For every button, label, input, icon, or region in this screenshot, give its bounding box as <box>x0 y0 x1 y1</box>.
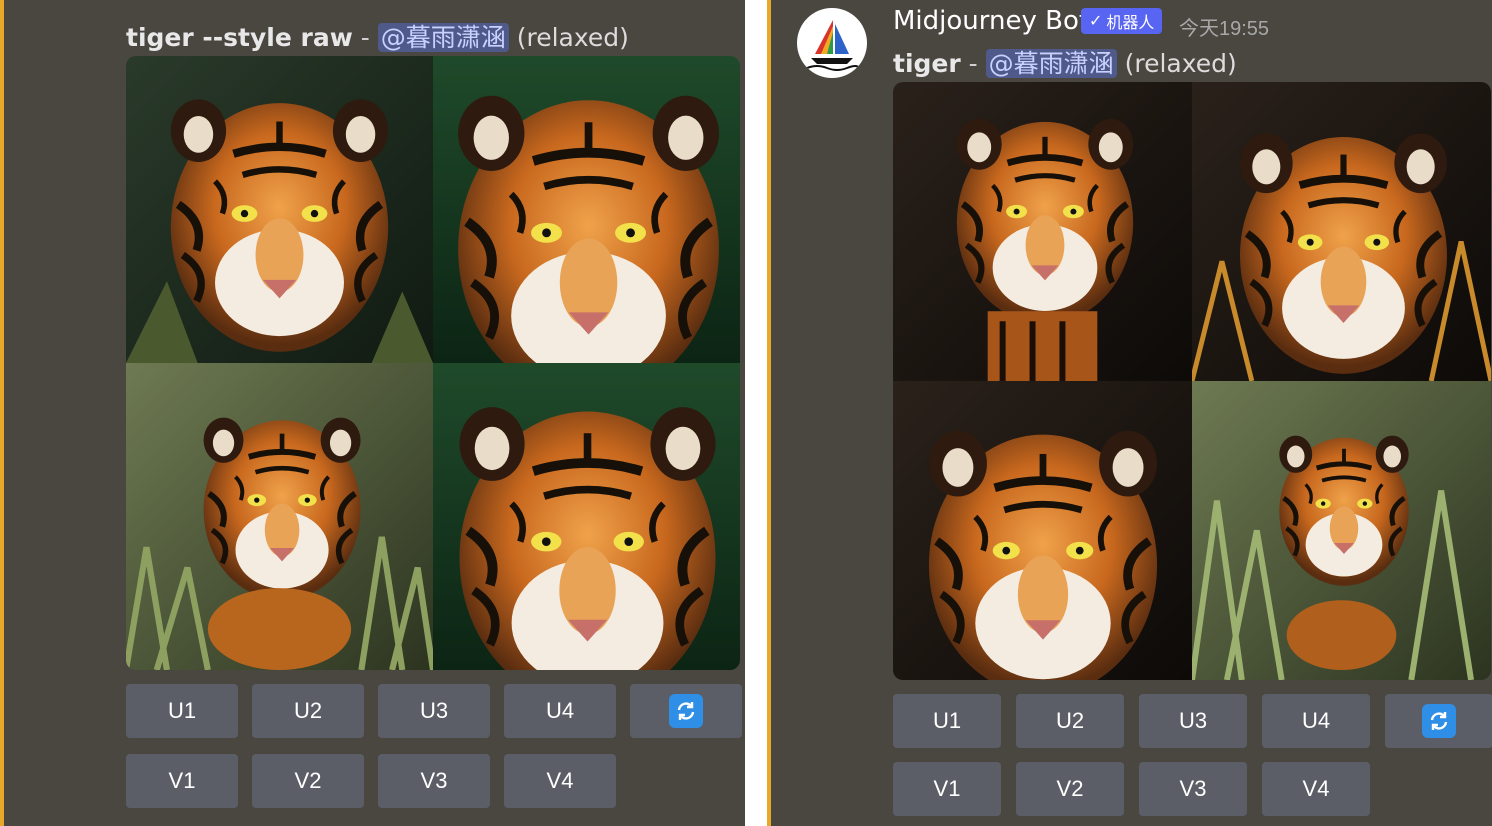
image-tile-3[interactable] <box>126 363 433 670</box>
image-grid[interactable] <box>893 82 1491 680</box>
upscale-button-4[interactable]: U4 <box>504 684 616 738</box>
prompt-line: tiger - @暮雨潇涵 (relaxed) <box>893 44 1237 80</box>
variation-button-2[interactable]: V2 <box>252 754 364 808</box>
sailboat-icon <box>806 20 860 71</box>
bot-badge-label: 机器人 <box>1106 15 1155 32</box>
refresh-icon <box>1422 704 1456 738</box>
upscale-button-2[interactable]: U2 <box>1016 694 1124 748</box>
image-tile-2[interactable] <box>1192 82 1491 381</box>
mode-label: (relaxed) <box>516 23 629 52</box>
upscale-button-3[interactable]: U3 <box>378 684 490 738</box>
right-message-panel: Midjourney Bot ✓ 机器人 今天19:55 tiger - @暮雨… <box>767 0 1492 826</box>
image-tile-4[interactable] <box>1192 381 1491 680</box>
avatar[interactable] <box>797 8 867 78</box>
message-timestamp: 今天19:55 <box>1179 18 1270 40</box>
prompt-line: tiger --style raw - @暮雨潇涵 (relaxed) <box>126 18 629 54</box>
variation-button-1[interactable]: V1 <box>126 754 238 808</box>
refresh-icon <box>669 694 703 728</box>
variation-button-4[interactable]: V4 <box>1262 762 1370 816</box>
variation-button-3[interactable]: V3 <box>378 754 490 808</box>
upscale-button-1[interactable]: U1 <box>126 684 238 738</box>
image-tile-4[interactable] <box>433 363 740 670</box>
prompt-separator: - <box>360 23 370 52</box>
prompt-separator: - <box>968 49 978 78</box>
mode-label: (relaxed) <box>1124 49 1237 78</box>
upscale-button-2[interactable]: U2 <box>252 684 364 738</box>
verified-check-icon: ✓ <box>1089 13 1103 30</box>
prompt-text: tiger --style raw <box>126 23 353 52</box>
upscale-button-3[interactable]: U3 <box>1139 694 1247 748</box>
left-message-panel: tiger --style raw - @暮雨潇涵 (relaxed) U1 U… <box>0 0 745 826</box>
variation-button-4[interactable]: V4 <box>504 754 616 808</box>
upscale-button-4[interactable]: U4 <box>1262 694 1370 748</box>
reroll-button[interactable] <box>630 684 742 738</box>
image-tile-1[interactable] <box>126 56 433 363</box>
variation-button-2[interactable]: V2 <box>1016 762 1124 816</box>
user-mention[interactable]: @暮雨潇涵 <box>985 49 1117 78</box>
image-grid[interactable] <box>126 56 740 670</box>
variation-button-1[interactable]: V1 <box>893 762 1001 816</box>
upscale-button-1[interactable]: U1 <box>893 694 1001 748</box>
image-tile-2[interactable] <box>433 56 740 363</box>
reroll-button[interactable] <box>1385 694 1492 748</box>
variation-button-3[interactable]: V3 <box>1139 762 1247 816</box>
bot-badge: ✓ 机器人 <box>1081 8 1163 34</box>
bot-name[interactable]: Midjourney Bot <box>893 6 1089 36</box>
user-mention[interactable]: @暮雨潇涵 <box>377 23 509 52</box>
image-tile-3[interactable] <box>893 381 1192 680</box>
prompt-text: tiger <box>893 49 961 78</box>
image-tile-1[interactable] <box>893 82 1192 381</box>
